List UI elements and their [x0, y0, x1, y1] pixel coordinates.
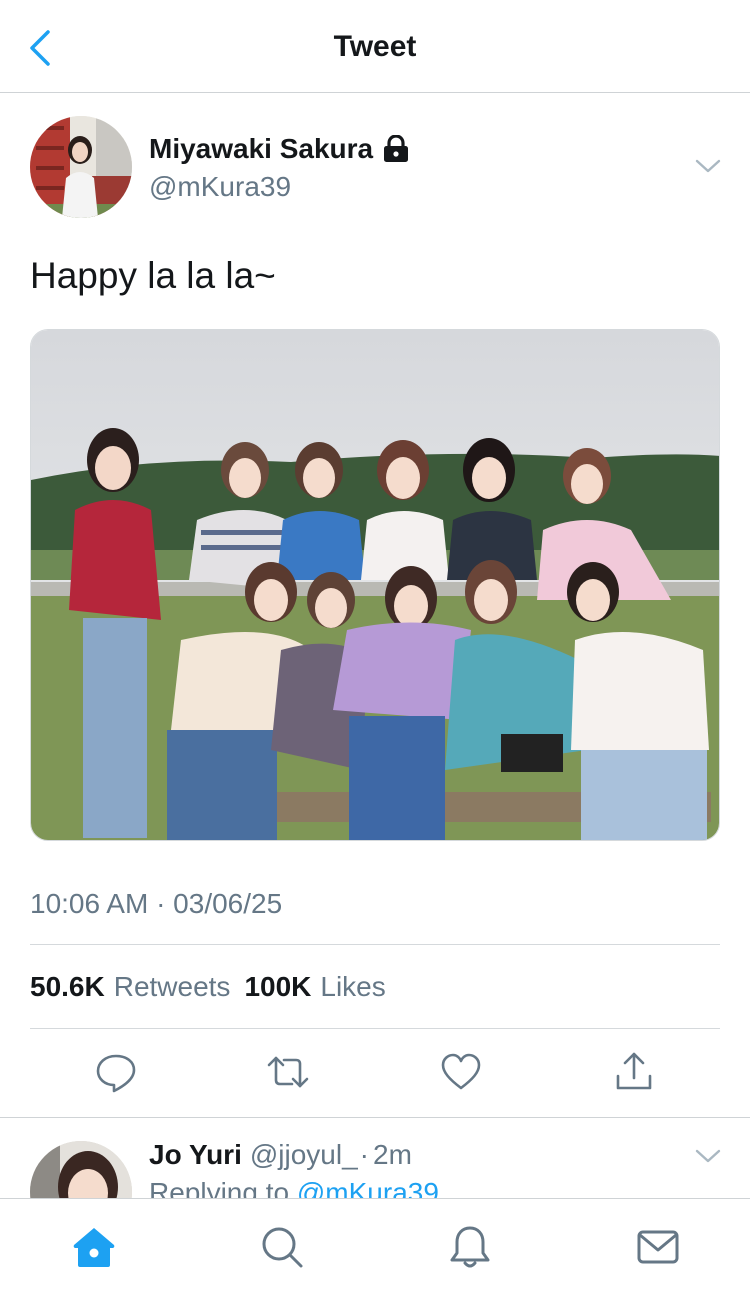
tab-messages[interactable]: [634, 1223, 682, 1271]
page-title: Tweet: [333, 30, 417, 63]
like-icon: [441, 1053, 481, 1090]
reply-button[interactable]: [94, 1050, 138, 1094]
likes-count: 100K: [244, 971, 312, 1002]
chevron-down-icon[interactable]: [694, 154, 722, 178]
retweets-label: Retweets: [113, 971, 231, 1002]
divider: [30, 1028, 720, 1029]
reply-icon: [96, 1054, 136, 1093]
retweets-count: 50.6K: [30, 971, 105, 1002]
reply-author-name[interactable]: Jo Yuri: [149, 1139, 242, 1171]
tab-search[interactable]: [258, 1223, 306, 1271]
section-divider: [0, 1117, 750, 1118]
reply-time: 2m: [373, 1139, 412, 1170]
messages-icon: [637, 1230, 679, 1264]
divider: [30, 944, 720, 945]
author-name-text: Miyawaki Sakura: [149, 133, 374, 164]
tab-notifications[interactable]: [446, 1223, 494, 1271]
chevron-down-icon[interactable]: [694, 1144, 722, 1168]
home-icon: [73, 1228, 115, 1267]
tweet-actions: [0, 1050, 750, 1100]
top-nav-bar: Tweet: [0, 0, 750, 93]
search-icon: [262, 1227, 303, 1268]
tweet-stats: 50.6K Retweets 100K Likes: [30, 971, 386, 1003]
retweets-stat[interactable]: 50.6K Retweets: [30, 971, 230, 1003]
tab-home[interactable]: [70, 1223, 118, 1271]
author-avatar[interactable]: [30, 116, 132, 218]
lock-icon: [384, 135, 409, 162]
tweet-photo[interactable]: [30, 329, 720, 841]
tweet-timestamp: 10:06 AM · 03/06/25: [30, 888, 283, 919]
reply-header: Jo Yuri @jjoyul_ · 2m: [149, 1139, 412, 1171]
share-button[interactable]: [612, 1050, 656, 1094]
likes-stat[interactable]: 100K Likes: [244, 971, 385, 1003]
bottom-tab-bar: [0, 1198, 750, 1298]
like-button[interactable]: [439, 1050, 483, 1094]
likes-label: Likes: [320, 971, 386, 1002]
reply-author-handle[interactable]: @jjoyul_: [250, 1139, 358, 1171]
retweet-icon: [267, 1056, 309, 1088]
reply-separator: ·: [359, 1139, 369, 1170]
author-handle[interactable]: @mKura39: [149, 171, 291, 203]
share-icon: [616, 1052, 652, 1090]
notifications-icon: [450, 1226, 490, 1268]
author-name[interactable]: Miyawaki Sakura: [149, 133, 409, 165]
tweet-text: Happy la la la~: [30, 255, 276, 296]
retweet-button[interactable]: [266, 1050, 310, 1094]
